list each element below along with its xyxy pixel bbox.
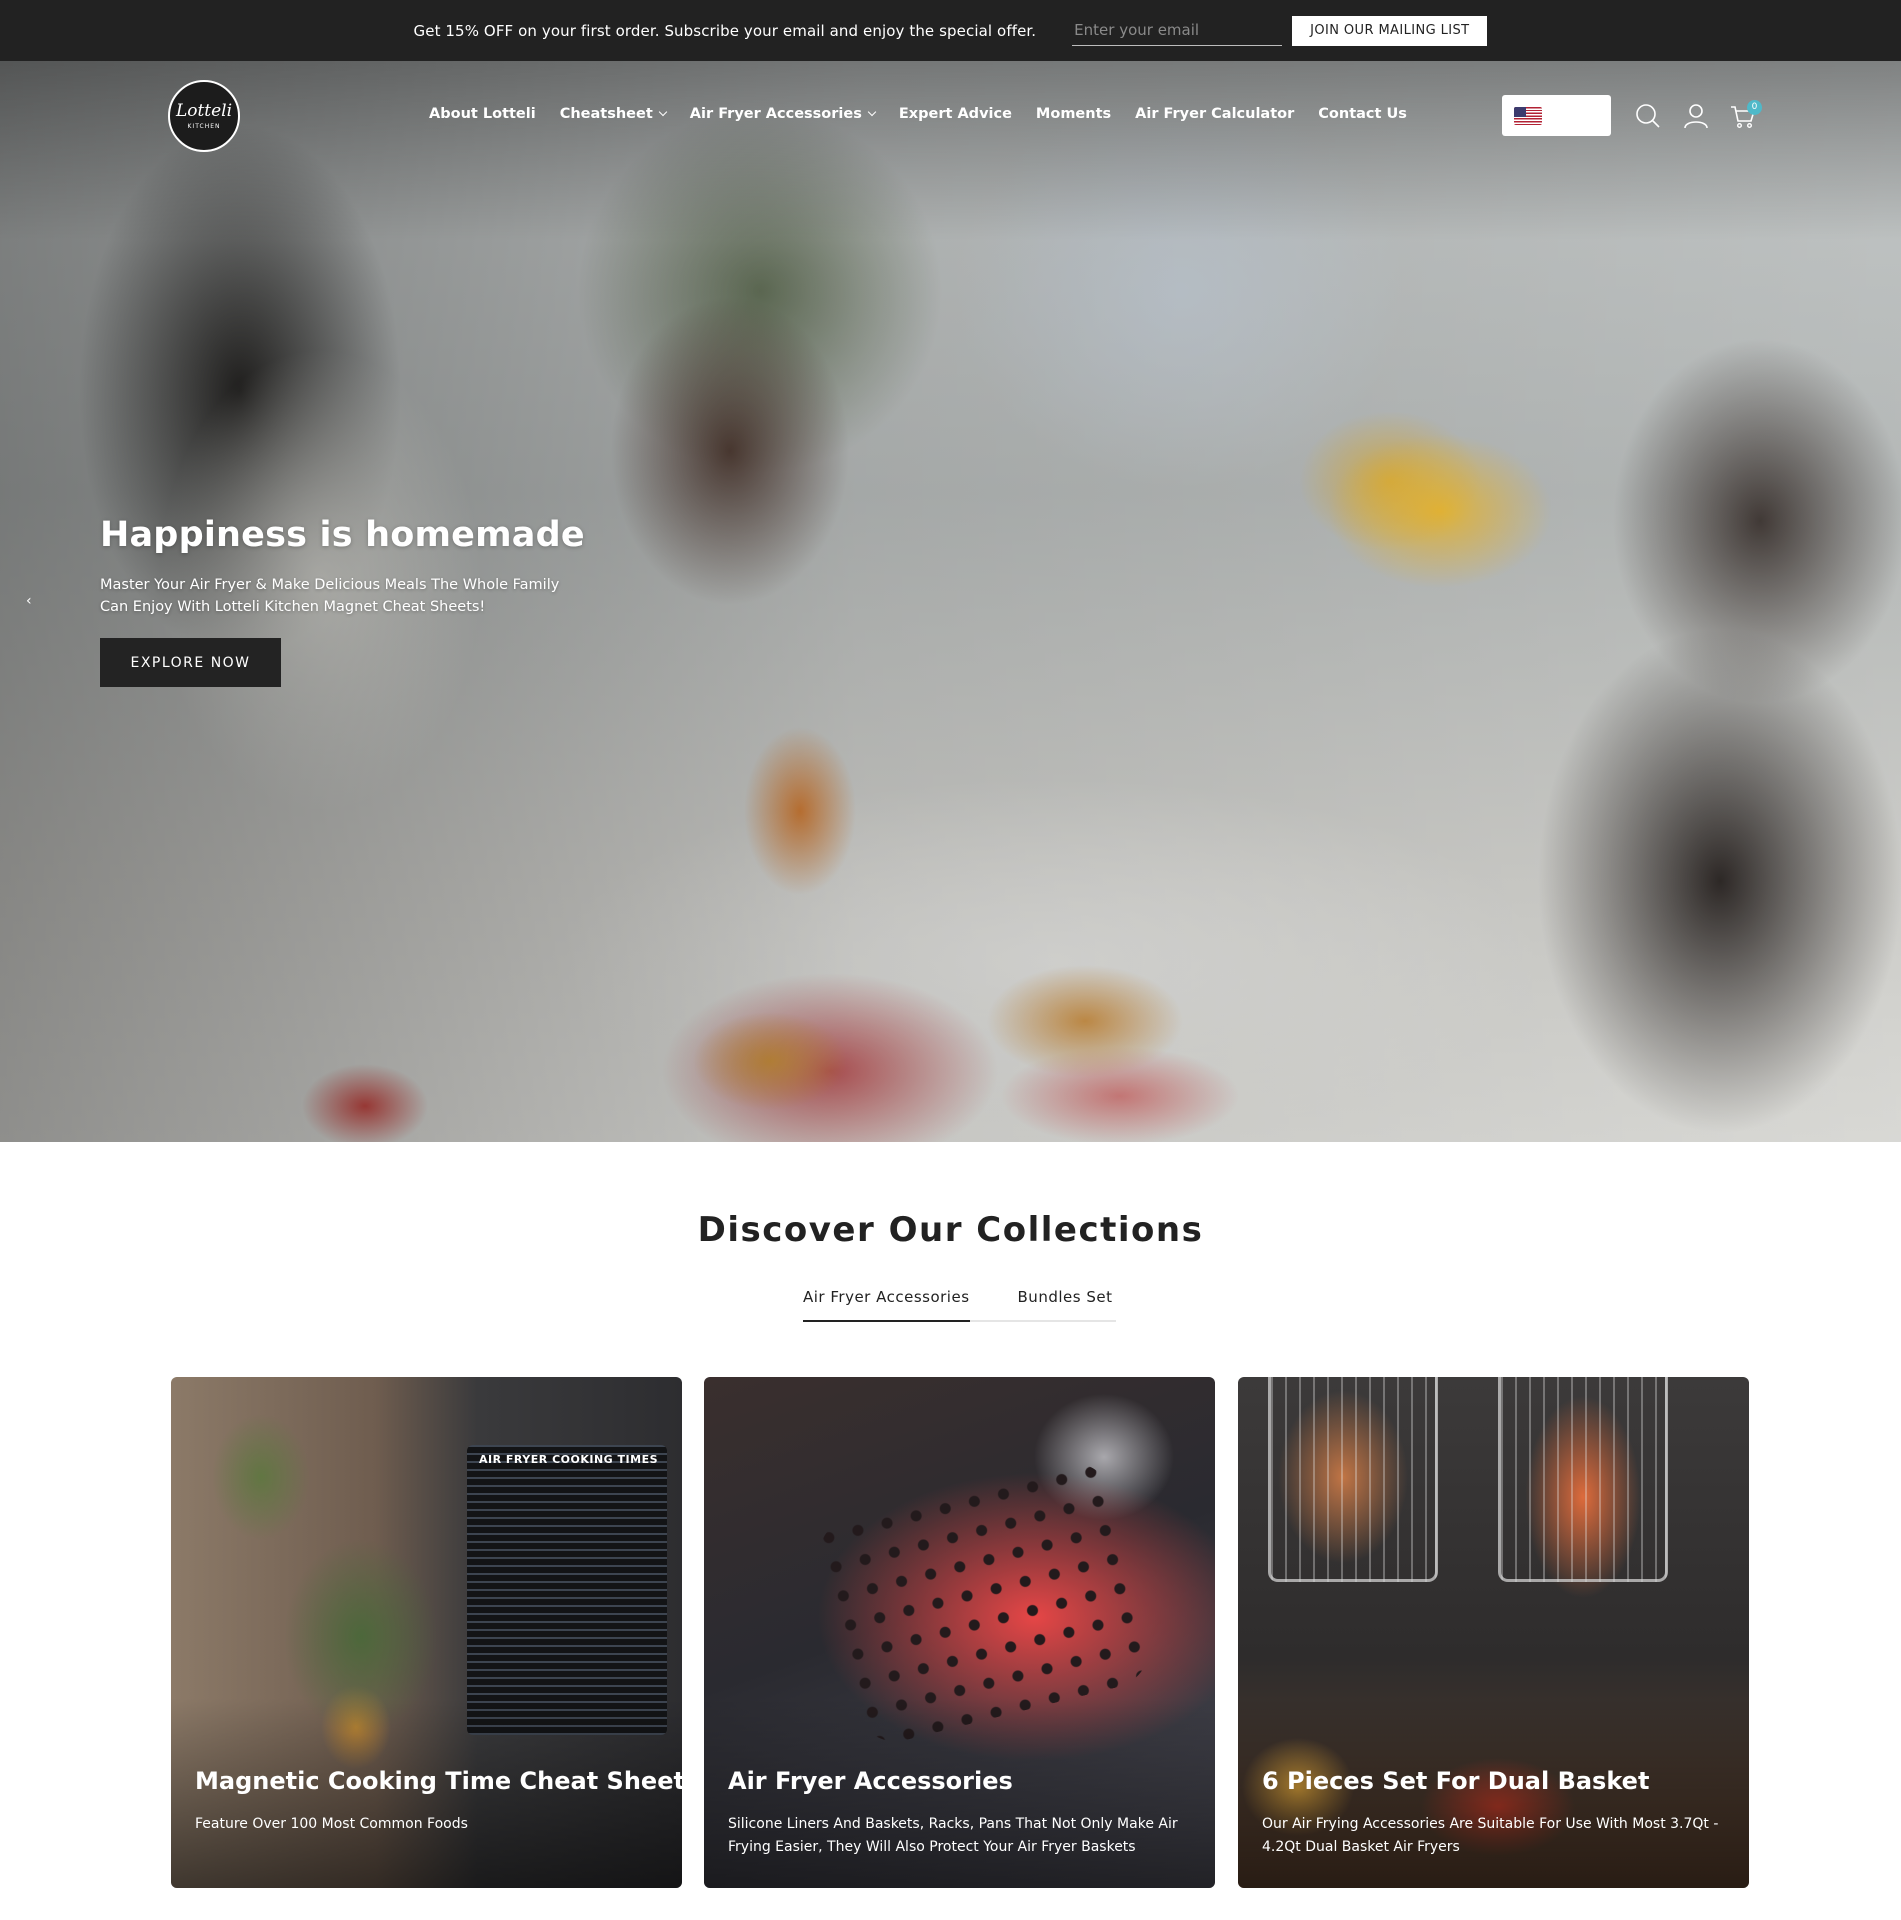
nav-air-fryer-calculator[interactable]: Air Fryer Calculator — [1135, 106, 1294, 122]
logo-subtext: KITCHEN — [187, 122, 221, 130]
nav-contact-us[interactable]: Contact Us — [1318, 106, 1407, 122]
nav-label: Air Fryer Calculator — [1135, 106, 1295, 122]
explore-now-button[interactable]: EXPLORE NOW — [100, 638, 281, 687]
rack-image-left — [1268, 1377, 1438, 1582]
collection-tabs: Air Fryer Accessories Bundles Set — [803, 1288, 1116, 1322]
currency-selector[interactable] — [1502, 95, 1611, 136]
cart-count-badge: 0 — [1747, 100, 1762, 115]
tab-air-fryer-accessories[interactable]: Air Fryer Accessories — [803, 1288, 970, 1322]
nav-label: Expert Advice — [898, 106, 1012, 122]
hero-header-shade — [0, 61, 1901, 241]
brand-logo[interactable]: Lotteli KITCHEN — [168, 80, 240, 152]
card-title: 6 Pieces Set For Dual Basket — [1262, 1767, 1650, 1795]
main-nav: About Lotteli Cheatsheet Air Fryer Acces… — [429, 106, 1407, 122]
nav-cheatsheet[interactable]: Cheatsheet — [559, 106, 668, 122]
hero-title: Happiness is homemade — [100, 515, 585, 555]
card-description: Feature Over 100 Most Common Foods — [195, 1816, 468, 1832]
promo-text: Get 15% OFF on your first order. Subscri… — [413, 21, 1037, 40]
card-title: Air Fryer Accessories — [728, 1767, 1013, 1795]
cheat-sheet-image — [467, 1445, 667, 1735]
us-flag-icon — [1514, 106, 1542, 125]
collection-card-cheat-sheets[interactable]: AIR FRYER COOKING TIMES Magnetic Cooking… — [171, 1377, 682, 1888]
chevron-down-icon — [867, 107, 877, 117]
card-description: Our Air Frying Accessories Are Suitable … — [1262, 1816, 1719, 1855]
card-description: Silicone Liners And Baskets, Racks, Pans… — [728, 1816, 1178, 1855]
hero-subtitle: Master Your Air Fryer & Make Delicious M… — [100, 577, 560, 615]
rack-image-right — [1498, 1377, 1668, 1582]
nav-about-lotteli[interactable]: About Lotteli — [429, 106, 536, 122]
slider-prev-arrow[interactable]: ‹ — [26, 593, 38, 609]
collection-card-accessories[interactable]: Air Fryer Accessories Silicone Liners An… — [704, 1377, 1215, 1888]
nav-label: Contact Us — [1318, 106, 1407, 122]
chevron-down-icon — [658, 107, 668, 117]
collections-title: Discover Our Collections — [697, 1210, 1204, 1250]
search-icon[interactable] — [1634, 102, 1662, 130]
logo-wordmark: Lotteli — [175, 100, 233, 121]
cheat-sheet-image-title: AIR FRYER COOKING TIMES — [479, 1453, 659, 1466]
nav-label: About Lotteli — [429, 106, 536, 122]
nav-expert-advice[interactable]: Expert Advice — [899, 106, 1012, 122]
nav-air-fryer-accessories[interactable]: Air Fryer Accessories — [689, 106, 877, 122]
email-input[interactable] — [1072, 15, 1283, 46]
nav-moments[interactable]: Moments — [1036, 106, 1111, 122]
announcement-bar: Get 15% OFF on your first order. Subscri… — [0, 0, 1901, 61]
nav-label: Air Fryer Accessories — [689, 106, 862, 122]
nav-label: Cheatsheet — [559, 106, 653, 122]
collection-card-dual-basket[interactable]: 6 Pieces Set For Dual Basket Our Air Fry… — [1238, 1377, 1749, 1888]
tab-bundles-set[interactable]: Bundles Set — [1018, 1288, 1113, 1320]
join-mailing-list-button[interactable]: JOIN OUR MAILING LIST — [1292, 15, 1488, 46]
card-title: Magnetic Cooking Time Cheat Sheets — [195, 1767, 682, 1795]
nav-label: Moments — [1035, 106, 1112, 122]
user-icon[interactable] — [1682, 102, 1710, 130]
